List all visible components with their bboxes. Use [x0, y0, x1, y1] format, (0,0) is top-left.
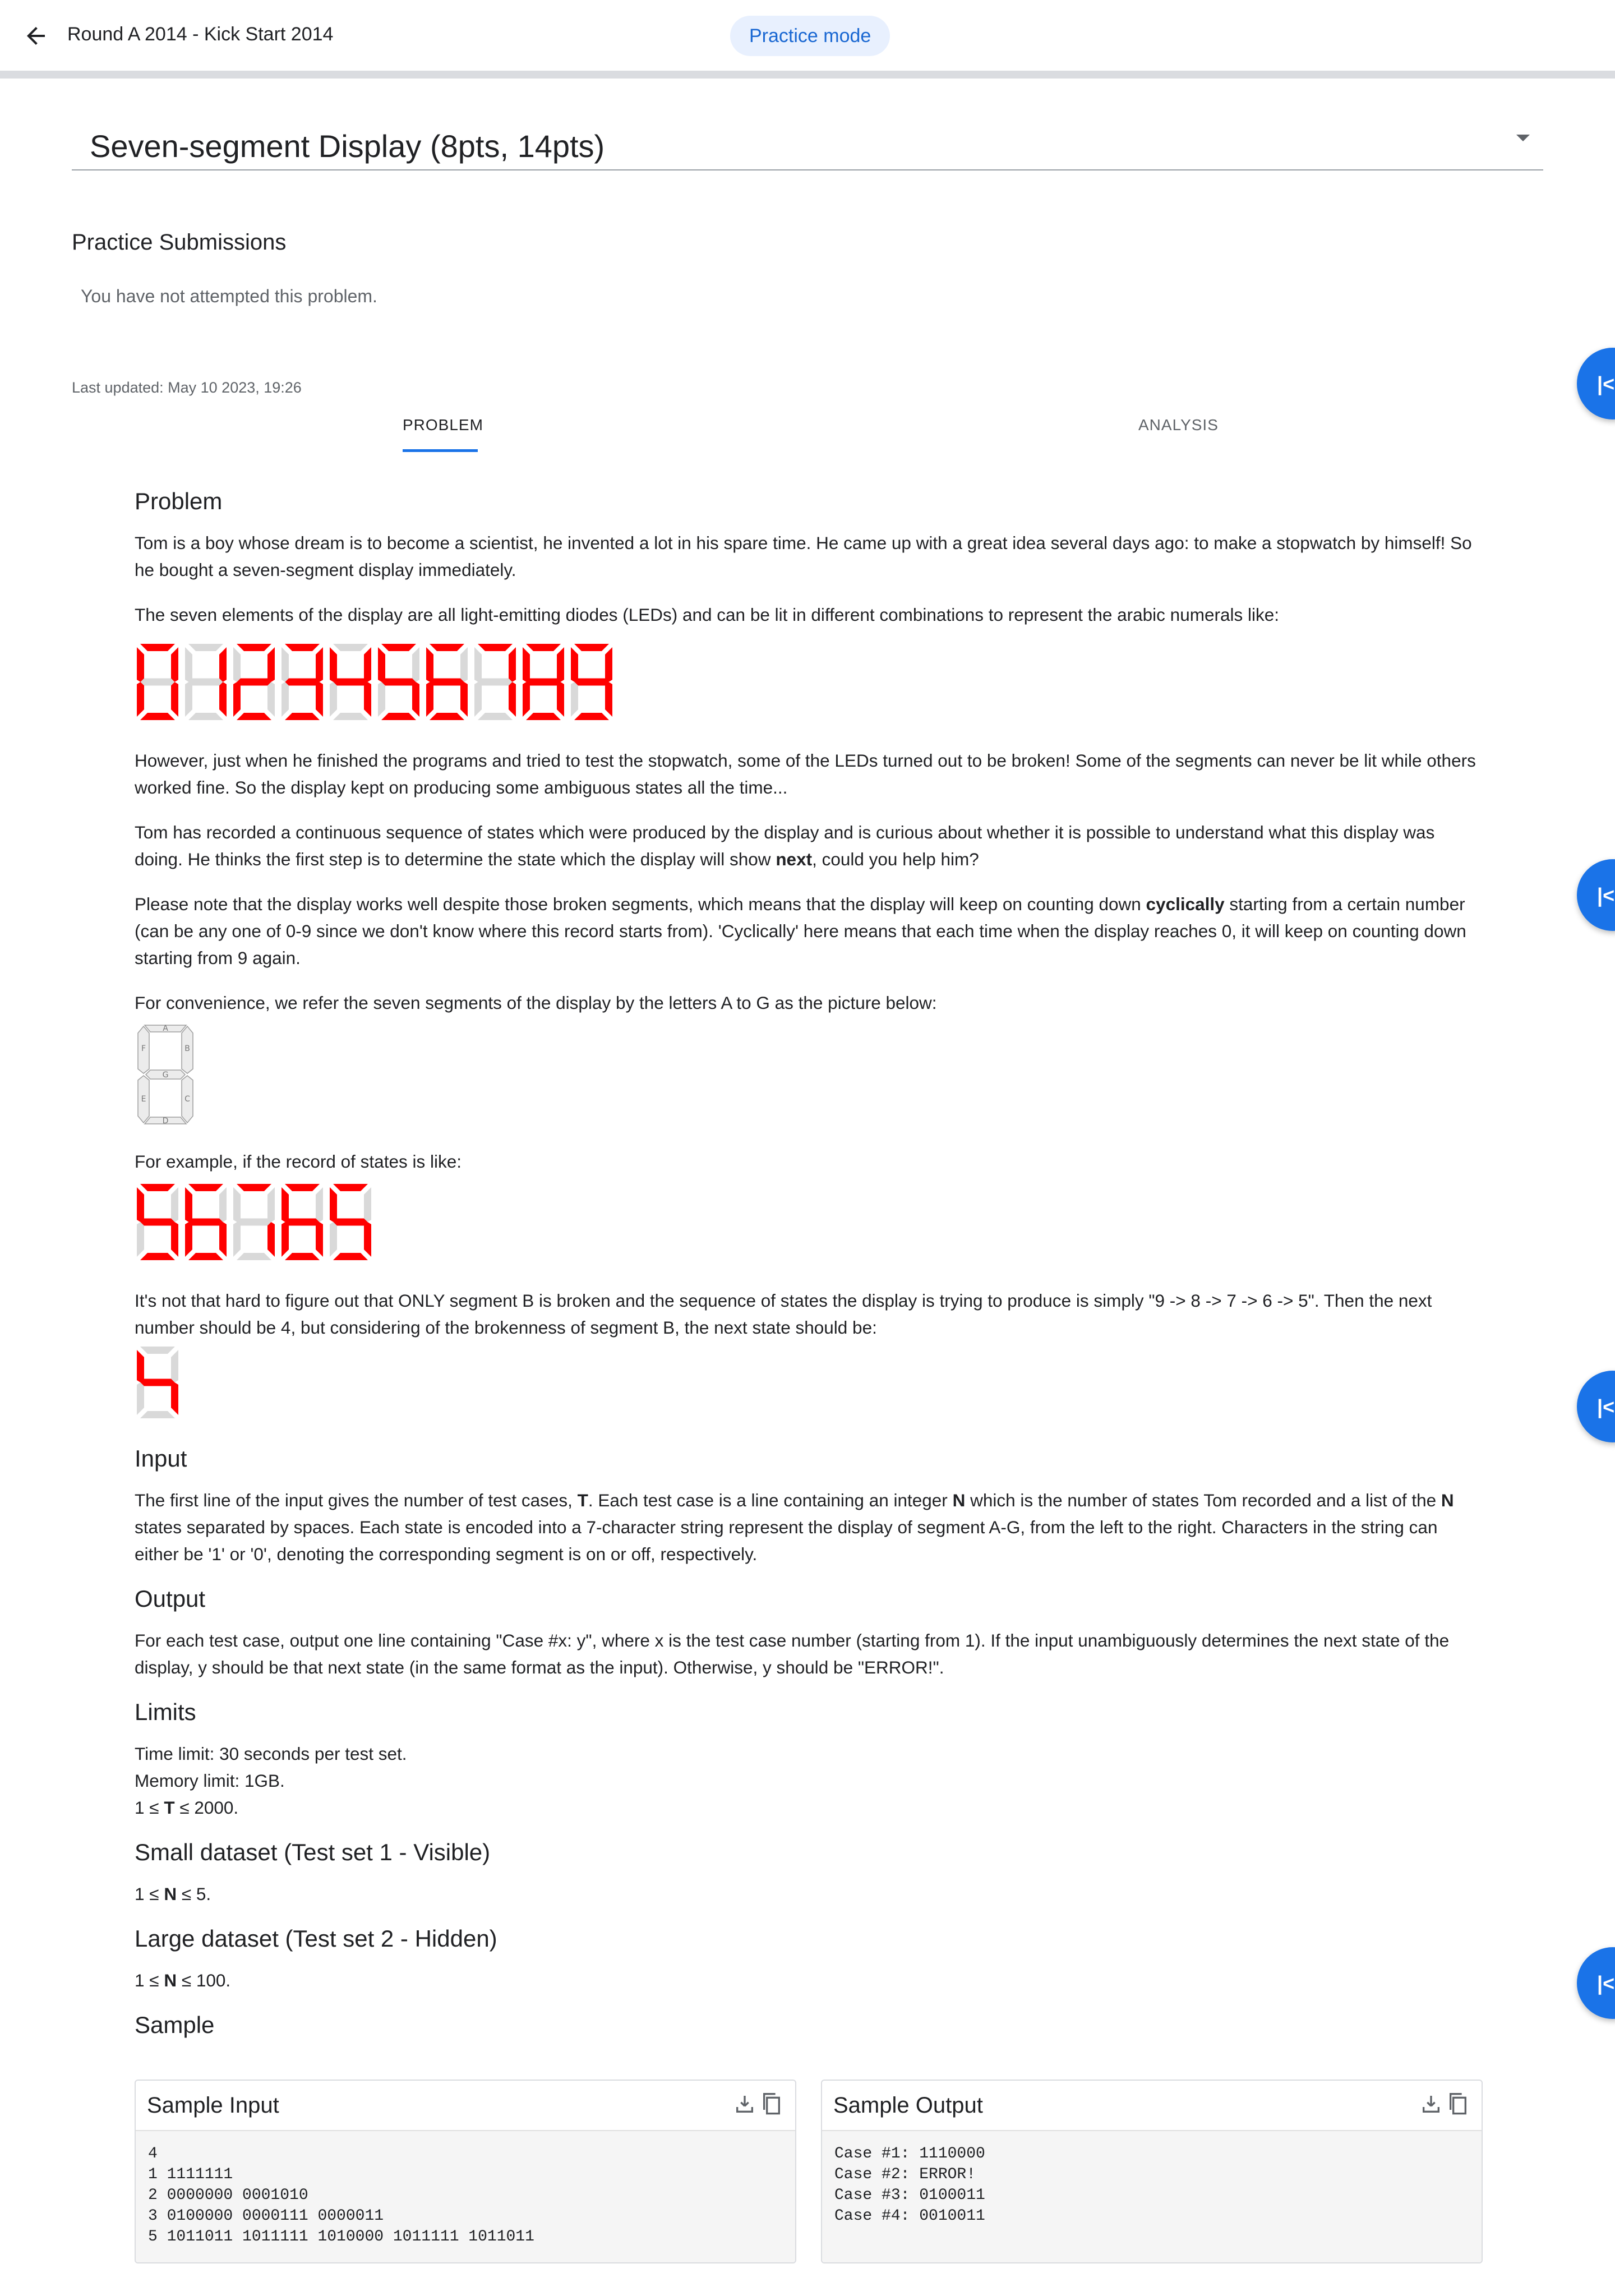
- problem-statement: Problem Tom is a boy whose dream is to b…: [135, 488, 1480, 2053]
- heading-output: Output: [135, 1585, 206, 1612]
- sample-input-line: 3 0100000 0000111 0000011: [148, 2207, 384, 2225]
- digit-7: [474, 644, 516, 720]
- submissions-empty-text: You have not attempted this problem.: [81, 286, 377, 306]
- digit-2: [233, 644, 275, 720]
- heading-small-dataset: Small dataset (Test set 1 - Visible): [135, 1839, 491, 1865]
- paragraph: For convenience, we refer the seven segm…: [135, 993, 937, 1013]
- heading-sample: Sample: [135, 2012, 215, 2038]
- digit-8: [523, 644, 564, 720]
- paragraph: However, just when he finished the progr…: [135, 750, 1476, 797]
- tab-analysis[interactable]: ANALYSIS: [1138, 416, 1219, 434]
- sample-section: Sample Input 4 1 1111111 2 0000000 00010…: [135, 2080, 1483, 2263]
- last-updated: Last updated: May 10 2023, 19:26: [72, 379, 302, 396]
- sample-input-title: Sample Input: [147, 2093, 279, 2118]
- paragraph: Please note that the display works well …: [135, 894, 1466, 968]
- sample-input-header: Sample Input: [136, 2081, 795, 2131]
- sample-output-line: Case #4: 0010011: [834, 2207, 985, 2225]
- segment-label-g: G: [163, 1071, 169, 1080]
- paragraph: For each test case, output one line cont…: [135, 1630, 1450, 1677]
- example-state: [330, 1184, 371, 1260]
- sample-input-line: 4: [148, 2145, 158, 2163]
- submissions-title: Practice Submissions: [72, 230, 287, 255]
- digit-0: [137, 644, 178, 720]
- collapse-panel-button[interactable]: |<: [1577, 1947, 1615, 2019]
- sample-input-line: 5 1011011 1011111 1010000 1011111 101101…: [148, 2228, 534, 2246]
- active-tab-indicator: [403, 449, 478, 452]
- segment-label-b: B: [184, 1044, 190, 1053]
- example-state: [185, 1184, 227, 1260]
- segment-letters-diagram: A B C D E F G: [137, 1024, 193, 1126]
- first-page-icon: |<: [1597, 1395, 1615, 1418]
- copy-icon[interactable]: [760, 2092, 783, 2117]
- paragraph: 1 ≤ N ≤ 100.: [135, 1970, 231, 1990]
- sample-output-title: Sample Output: [833, 2093, 983, 2118]
- sample-input-line: 1 1111111: [148, 2166, 233, 2183]
- example-state: [282, 1184, 323, 1260]
- digit-9: [571, 644, 612, 720]
- digit-4: [330, 644, 371, 720]
- collapse-panel-button[interactable]: |<: [1577, 348, 1615, 419]
- example-state: [233, 1184, 275, 1260]
- download-icon[interactable]: [1420, 2093, 1442, 2115]
- contest-title: Round A 2014 - Kick Start 2014: [67, 24, 334, 45]
- first-page-icon: |<: [1597, 372, 1615, 395]
- top-app-bar: Round A 2014 - Kick Start 2014 Practice …: [0, 0, 1615, 79]
- sample-output-body[interactable]: Case #1: 1110000 Case #2: ERROR! Case #3…: [822, 2131, 1482, 2262]
- heading-problem: Problem: [135, 488, 223, 514]
- dropdown-caret-icon[interactable]: [1516, 135, 1530, 141]
- first-page-icon: |<: [1597, 884, 1615, 907]
- segment-label-a: A: [163, 1024, 168, 1033]
- segment-label-e: E: [141, 1095, 146, 1104]
- problem-selector-value: Seven-segment Display (8pts, 14pts): [90, 128, 605, 164]
- first-page-icon: |<: [1597, 1972, 1615, 1995]
- sample-output-line: Case #1: 1110000: [834, 2145, 985, 2163]
- heading-limits: Limits: [135, 1699, 196, 1725]
- paragraph: Tom is a boy whose dream is to become a …: [135, 533, 1472, 580]
- sample-input-body[interactable]: 4 1 1111111 2 0000000 0001010 3 0100000 …: [136, 2131, 795, 2262]
- copy-icon[interactable]: [1447, 2092, 1469, 2117]
- paragraph: Tom has recorded a continuous sequence o…: [135, 822, 1435, 869]
- sample-output-line: Case #2: ERROR!: [834, 2166, 976, 2183]
- digit-3: [282, 644, 323, 720]
- download-icon[interactable]: [733, 2093, 756, 2115]
- problem-selector[interactable]: Seven-segment Display (8pts, 14pts): [72, 118, 1543, 170]
- practice-mode-chip[interactable]: Practice mode: [730, 16, 890, 56]
- collapse-panel-button[interactable]: |<: [1577, 1371, 1615, 1442]
- sample-output-box: Sample Output Case #1: 1110000 Case #2: …: [821, 2080, 1483, 2263]
- digit-6: [426, 644, 468, 720]
- example-states-image: [137, 1184, 371, 1260]
- tab-problem[interactable]: PROBLEM: [403, 416, 483, 434]
- segment-label-f: F: [141, 1044, 146, 1053]
- segment-label-c: C: [184, 1095, 190, 1104]
- example-state: [137, 1184, 178, 1260]
- heading-input: Input: [135, 1445, 187, 1472]
- segment-label-d: D: [163, 1117, 169, 1126]
- digit-5: [378, 644, 419, 720]
- arrow-back-icon[interactable]: [22, 22, 49, 49]
- next-state-image: [137, 1347, 178, 1418]
- digit-1: [185, 644, 227, 720]
- paragraph: The seven elements of the display are al…: [135, 605, 1279, 625]
- sample-output-line: Case #3: 0100011: [834, 2187, 985, 2204]
- sample-output-header: Sample Output: [822, 2081, 1482, 2131]
- collapse-panel-button[interactable]: |<: [1577, 859, 1615, 931]
- heading-large-dataset: Large dataset (Test set 2 - Hidden): [135, 1925, 497, 1952]
- sample-input-box: Sample Input 4 1 1111111 2 0000000 00010…: [135, 2080, 796, 2263]
- next-state: [137, 1347, 178, 1418]
- paragraph: For example, if the record of states is …: [135, 1151, 462, 1172]
- paragraph: It's not that hard to figure out that ON…: [135, 1290, 1432, 1338]
- limits-block: Time limit: 30 seconds per test set. Mem…: [135, 1744, 407, 1818]
- seven-segment-digits-image: [137, 644, 612, 720]
- paragraph: 1 ≤ N ≤ 5.: [135, 1884, 211, 1904]
- sample-input-line: 2 0000000 0001010: [148, 2187, 308, 2204]
- paragraph: The first line of the input gives the nu…: [135, 1490, 1454, 1564]
